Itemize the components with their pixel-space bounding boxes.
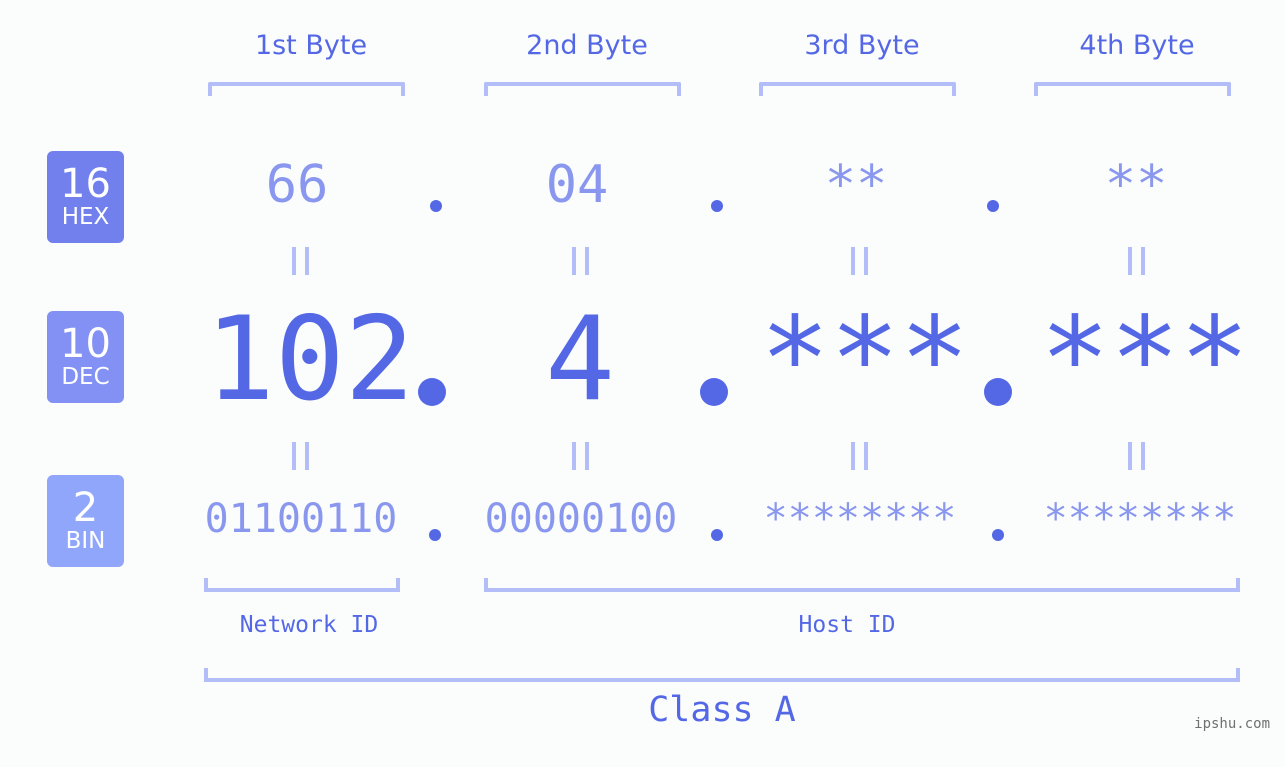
- hex-separator-dot: [987, 200, 999, 212]
- bin-value-1: 01100110: [204, 496, 398, 542]
- equals-icon: [851, 442, 868, 470]
- bin-value-2: 00000100: [484, 496, 678, 542]
- class-bracket: [204, 668, 1240, 682]
- dec-separator-dot: [418, 378, 446, 406]
- bin-separator-dot: [711, 529, 723, 541]
- dec-separator-dot: [984, 378, 1012, 406]
- dec-badge: 10 DEC: [47, 311, 124, 403]
- dec-value-2: 4: [545, 292, 615, 427]
- class-label: Class A: [648, 690, 796, 730]
- equals-icon: [572, 247, 589, 275]
- byte-bracket-2: [484, 82, 681, 96]
- bin-value-3: ********: [763, 496, 957, 542]
- bin-separator-dot: [429, 529, 441, 541]
- hex-base-number: 16: [60, 161, 111, 207]
- host-id-label: Host ID: [798, 612, 896, 638]
- byte-label-4: 4th Byte: [1079, 30, 1195, 61]
- equals-icon: [292, 442, 309, 470]
- bin-base-number: 2: [72, 485, 99, 531]
- hex-value-1: 66: [265, 155, 329, 215]
- hex-badge: 16 HEX: [47, 151, 124, 243]
- equals-icon: [1128, 442, 1145, 470]
- bin-base-label: BIN: [65, 528, 106, 554]
- byte-bracket-1: [208, 82, 405, 96]
- bin-separator-dot: [992, 529, 1004, 541]
- watermark: ipshu.com: [1194, 716, 1270, 732]
- hex-value-2: 04: [545, 155, 609, 215]
- network-id-bracket: [204, 578, 400, 592]
- byte-label-2: 2nd Byte: [526, 30, 648, 61]
- network-id-label: Network ID: [239, 612, 379, 638]
- hex-base-label: HEX: [61, 204, 110, 230]
- dec-base-number: 10: [60, 321, 111, 367]
- bin-value-4: ********: [1043, 496, 1237, 542]
- dec-value-4: ***: [1040, 292, 1250, 427]
- dec-value-1: 102: [205, 292, 415, 427]
- byte-bracket-4: [1034, 82, 1231, 96]
- byte-label-1: 1st Byte: [254, 30, 368, 61]
- dec-value-3: ***: [760, 292, 970, 427]
- equals-icon: [292, 247, 309, 275]
- bin-badge: 2 BIN: [47, 475, 124, 567]
- hex-value-4: **: [1104, 155, 1168, 215]
- equals-icon: [1128, 247, 1145, 275]
- byte-label-3: 3rd Byte: [804, 30, 920, 61]
- hex-separator-dot: [430, 200, 442, 212]
- hex-separator-dot: [711, 200, 723, 212]
- hex-value-3: **: [824, 155, 888, 215]
- equals-icon: [572, 442, 589, 470]
- equals-icon: [851, 247, 868, 275]
- host-id-bracket: [484, 578, 1240, 592]
- dec-separator-dot: [700, 378, 728, 406]
- dec-base-label: DEC: [61, 364, 110, 390]
- byte-bracket-3: [759, 82, 956, 96]
